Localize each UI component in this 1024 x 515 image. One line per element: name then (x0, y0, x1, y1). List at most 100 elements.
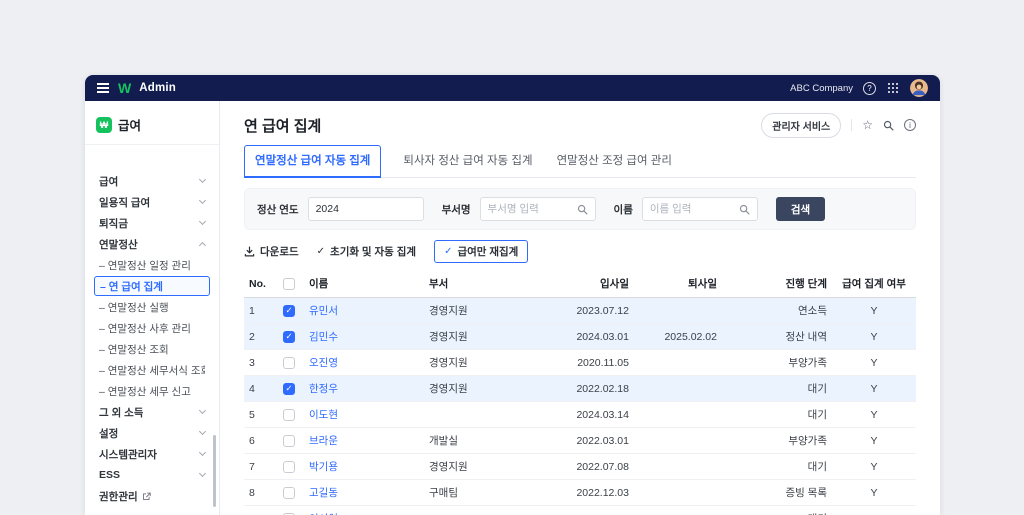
star-icon[interactable]: ☆ (862, 119, 873, 131)
sidebar-item[interactable]: 연말정산 실행 (94, 297, 210, 317)
tab-3[interactable]: 연말정산 조정 급여 관리 (555, 146, 674, 177)
leave-date (634, 427, 722, 454)
name-input[interactable] (649, 203, 739, 215)
employee-name[interactable]: 이서연 (304, 505, 424, 515)
row-checkbox-cell[interactable] (274, 505, 304, 515)
leave-date (634, 401, 722, 428)
sidebar-item-left: 설정 (99, 426, 118, 441)
help-icon[interactable]: ? (863, 81, 876, 95)
row-checkbox[interactable] (283, 356, 295, 369)
tab-bar: 연말정산 급여 자동 집계 퇴사자 정산 급여 자동 집계 연말정산 조정 급여 관… (244, 145, 916, 178)
department: 개발실 (424, 427, 546, 454)
row-checkbox[interactable] (283, 486, 295, 499)
search-icon[interactable] (577, 204, 588, 215)
row-checkbox-cell[interactable]: ✓ (274, 297, 304, 324)
row-checkbox[interactable] (283, 460, 295, 473)
row-checkbox-cell[interactable] (274, 453, 304, 480)
download-button[interactable]: 다운로드 (244, 244, 299, 259)
reset-aggregate-button[interactable]: ✓ 초기화 및 자동 집계 (317, 244, 416, 259)
sidebar-item-left: 연말정산 세무 신고 (99, 384, 191, 399)
hamburger-menu-icon[interactable] (97, 81, 109, 95)
aggregated-flag: Y (832, 401, 916, 428)
table-row: 4 ✓ 한정우 경영지원 2022.02.18 대기 Y (244, 375, 916, 402)
search-button[interactable]: 검색 (775, 197, 826, 221)
sidebar-item-left: 급여 (99, 174, 118, 189)
hire-date: 2024.02.13 (546, 505, 634, 515)
sidebar-item[interactable]: ESS (94, 465, 210, 485)
row-checkbox[interactable]: ✓ (283, 330, 295, 343)
row-checkbox[interactable]: ✓ (283, 382, 295, 395)
brand-logo: W (118, 80, 131, 96)
sidebar-item-active[interactable]: 연 급여 집계 (94, 276, 210, 296)
sidebar-item-label: 연말정산 세무서식 조회 (99, 363, 205, 378)
sidebar-item-label: 연말정산 사후 관리 (99, 321, 191, 336)
department: 경영지원 (424, 323, 546, 350)
info-icon[interactable]: i (904, 119, 916, 131)
chevron-down-icon (198, 217, 207, 226)
row-checkbox-cell[interactable]: ✓ (274, 323, 304, 350)
row-checkbox[interactable] (283, 408, 295, 421)
sidebar-item[interactable]: 연말정산 일정 관리 (94, 255, 210, 275)
employee-name[interactable]: 박기용 (304, 453, 424, 480)
sidebar-item[interactable]: 급여 (94, 171, 210, 191)
sidebar-item[interactable]: 일용직 급여 (94, 192, 210, 212)
search-icon[interactable] (739, 204, 750, 215)
module-name: 급여 (118, 119, 142, 133)
table-row: 9 이서연 2024.02.13 대기Y (244, 505, 916, 515)
sidebar-item[interactable]: 연말정산 세무서식 조회 (94, 360, 210, 380)
year-input-box (307, 197, 424, 221)
sidebar-item-label: 그 외 소득 (99, 406, 144, 419)
product-name: Admin (139, 82, 176, 94)
row-checkbox-cell[interactable] (274, 401, 304, 428)
dept-input[interactable] (487, 203, 577, 215)
sidebar-item[interactable]: 연말정산 조회 (94, 339, 210, 359)
sidebar-item[interactable]: 권한관리 (94, 486, 210, 506)
employee-name[interactable]: 오진영 (304, 349, 424, 376)
sidebar-item[interactable]: 연말정산 세무 신고 (94, 381, 210, 401)
app-grid-icon[interactable] (888, 83, 898, 93)
sidebar-item-label: 연 급여 집계 (100, 279, 163, 294)
tab-2[interactable]: 퇴사자 정산 급여 자동 집계 (401, 146, 534, 177)
admin-service-button[interactable]: 관리자 서비스 (761, 112, 842, 138)
topbar-right: ABC Company ? (790, 79, 928, 97)
sidebar-item[interactable]: 설정 (94, 423, 210, 443)
hire-date: 2020.11.05 (546, 349, 634, 376)
row-checkbox[interactable] (283, 434, 295, 447)
dept-input-box (479, 197, 596, 221)
select-all-checkbox[interactable] (283, 277, 295, 290)
hire-date: 2024.03.14 (546, 401, 634, 428)
sidebar-item-left: 퇴직금 (99, 216, 128, 231)
sidebar-item[interactable]: 퇴직금 (94, 213, 210, 233)
progress-stage: 대기 (722, 375, 832, 402)
row-checkbox-cell[interactable] (274, 349, 304, 376)
employee-name[interactable]: 한정우 (304, 375, 424, 402)
sidebar-item-left: 연말정산 (99, 237, 138, 252)
sidebar-scrollbar[interactable] (213, 435, 216, 507)
sidebar-item[interactable]: 시스템관리자 (94, 444, 210, 464)
row-checkbox-cell[interactable] (274, 427, 304, 454)
avatar[interactable] (910, 79, 928, 97)
sidebar-item[interactable]: 연말정산 사후 관리 (94, 318, 210, 338)
year-input[interactable] (315, 203, 416, 215)
employee-table: No. 이름 부서 입사일 퇴사일 진행 단계 급여 집계 여부 1 ✓ 유민서 경영지원 2023… (244, 270, 916, 515)
salary-only-button[interactable]: ✓ 급여만 재집계 (434, 239, 529, 263)
table-row: 5 이도현 2024.03.14 대기 Y (244, 401, 916, 428)
row-checkbox-cell[interactable] (274, 479, 304, 506)
employee-name[interactable]: 김민수 (304, 323, 424, 350)
row-number: 8 (244, 479, 274, 506)
tab-1[interactable]: 연말정산 급여 자동 집계 (244, 145, 382, 178)
row-number: 5 (244, 401, 274, 428)
employee-name[interactable]: 브라운 (304, 427, 424, 454)
sidebar-item[interactable]: 연말정산 (94, 234, 210, 254)
sidebar-item[interactable]: 그 외 소득 (94, 402, 210, 422)
sidebar-item-label: 설정 (99, 427, 119, 440)
employee-name[interactable]: 유민서 (304, 297, 424, 324)
table-row: 2 ✓ 김민수 경영지원 2024.03.01 2025.02.02 정산 내역 Y (244, 323, 916, 350)
sidebar-item-left: 연 급여 집계 (100, 279, 163, 294)
row-number: 2 (244, 323, 274, 350)
employee-name[interactable]: 고길동 (304, 479, 424, 506)
search-icon[interactable] (883, 120, 894, 131)
row-checkbox[interactable]: ✓ (283, 304, 295, 317)
employee-name[interactable]: 이도현 (304, 401, 424, 428)
row-checkbox-cell[interactable]: ✓ (274, 375, 304, 402)
